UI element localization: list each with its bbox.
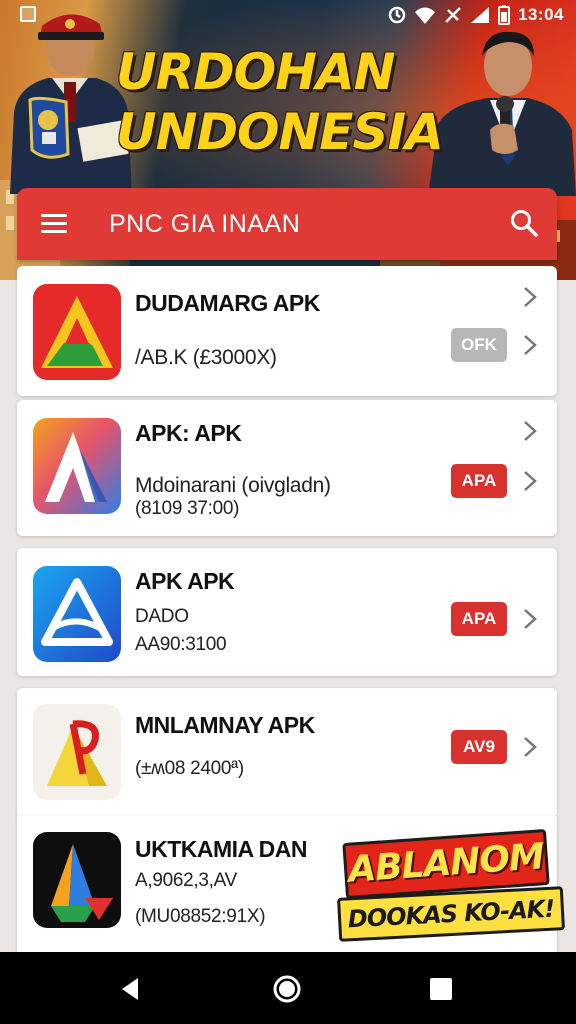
battery-icon [498, 5, 511, 25]
status-badge[interactable]: APA [451, 464, 507, 498]
back-icon[interactable] [116, 974, 146, 1004]
search-icon[interactable] [509, 208, 539, 238]
item-subtitle: (MU08852:91X) [135, 906, 266, 927]
item-description: Mdoinarani (oivgladn) [135, 474, 331, 497]
hero-title: URDOHAN UNDONESIA [116, 42, 476, 162]
item-title: APK: APK [135, 420, 242, 446]
status-bar: 13:04 [0, 0, 576, 30]
chevron-right-icon[interactable] [523, 608, 537, 630]
p-logo-icon [33, 704, 121, 800]
status-badge[interactable]: APA [451, 602, 507, 636]
home-icon[interactable] [272, 974, 302, 1004]
item-subtitle: AA90:3100 [135, 634, 227, 655]
item-subtitle: (±ʍ08 2400ª) [135, 758, 244, 779]
promo-sticker[interactable]: ABLANOM DOOKAS KO-AK! [336, 828, 566, 950]
chevron-right-icon[interactable] [523, 736, 537, 758]
item-title: UKTKAMIA DAN [135, 836, 308, 862]
signal-off-icon [445, 7, 461, 23]
status-badge[interactable]: AV9 [451, 730, 507, 764]
list-item[interactable]: MNLAMNAY APK (±ʍ08 2400ª) AV9 [17, 688, 557, 818]
cell-signal-icon [471, 7, 490, 23]
wifi-icon [415, 7, 436, 24]
item-title: MNLAMNAY APK [135, 712, 315, 738]
recents-icon[interactable] [426, 974, 456, 1004]
app-bar: PNC GIA INAAN [17, 188, 557, 260]
item-title: DUDAMARG APK [135, 290, 320, 316]
chevron-right-icon[interactable] [523, 470, 537, 492]
item-title: APK APK [135, 568, 235, 594]
chevron-right-icon[interactable] [523, 420, 537, 442]
status-badge[interactable]: OFK [451, 328, 507, 362]
clock: 13:04 [518, 5, 564, 24]
triangle-a-red-icon [33, 284, 121, 380]
list-item[interactable]: APK APK DADO AA90:3100 APA [17, 548, 557, 676]
list-item[interactable]: APK: APK Mdoinarani (oivgladn) (8109 37:… [17, 400, 557, 536]
status-icons: 13:04 [388, 4, 564, 26]
menu-icon[interactable] [39, 212, 69, 236]
chevron-right-icon[interactable] [523, 286, 537, 308]
sync-icon [388, 6, 406, 24]
chevron-right-icon[interactable] [523, 334, 537, 356]
item-description: A,9062,3,AV [135, 870, 237, 891]
gradient-a-icon [33, 418, 121, 514]
notification-icon [20, 6, 36, 22]
navigation-bar [0, 952, 576, 1024]
item-subtitle: (8109 37:00) [135, 498, 240, 519]
blue-a-icon [33, 566, 121, 662]
list-item[interactable]: DUDAMARG APK /AB.K (£3000X) OFK [17, 266, 557, 396]
item-description: DADO [135, 606, 189, 627]
officer-illustration [10, 14, 132, 194]
hero-title-line1: URDOHAN [116, 43, 396, 101]
hero-title-line2: UNDONESIA [116, 103, 444, 161]
app-title: PNC GIA INAAN [109, 210, 301, 238]
dark-a-icon [33, 832, 121, 928]
item-subtitle: /AB.K (£3000X) [135, 346, 277, 369]
